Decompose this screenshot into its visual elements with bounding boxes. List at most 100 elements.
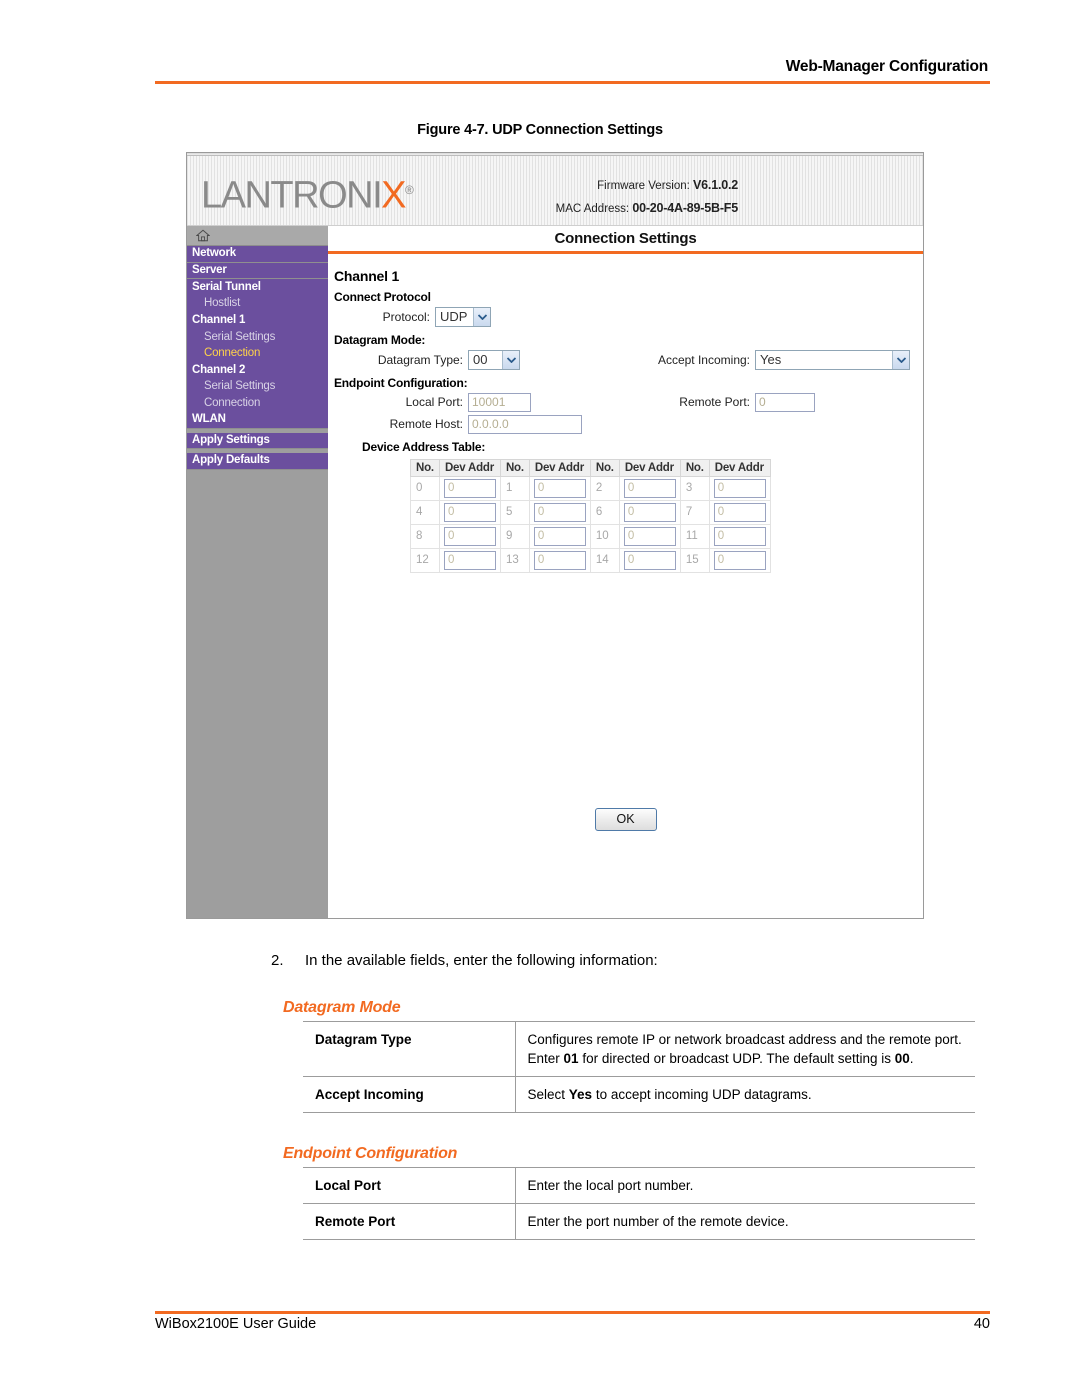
device-table-row: 12 0 13 0 14 0 15 0 [410,547,771,573]
table-row: Datagram Type Configures remote IP or net… [303,1021,975,1077]
reference-description: Configures remote IP or network broadcas… [515,1021,975,1077]
dev-addr-input-8[interactable]: 0 [443,526,496,546]
dev-addr-input-3[interactable]: 0 [713,478,766,498]
device-table-index: 9 [499,523,530,549]
chevron-down-icon [502,350,519,369]
device-table-index: 15 [679,547,710,573]
sidebar-home-button[interactable] [187,226,328,246]
device-table-header-no: No. [499,458,530,477]
protocol-select[interactable]: UDP [435,306,492,327]
dev-addr-input-10[interactable]: 0 [623,526,676,546]
device-table-addr-cell: 0 [618,499,681,525]
sidebar-item-server[interactable]: Server [187,262,328,280]
device-table-header-dev-addr: Dev Addr [528,458,591,477]
device-info-block: Firmware Version: V6.1.0.2 MAC Address: … [556,174,739,220]
reference-table-datagram-mode: Datagram Type Configures remote IP or net… [303,1021,975,1113]
section-heading-endpoint-configuration: Endpoint Configuration [283,1145,458,1162]
device-table-addr-cell: 0 [708,499,771,525]
sidebar-item-label: Server [192,263,227,276]
device-address-table-wrapper: No. Dev Addr No. Dev Addr No. Dev Addr No. Dev … [410,458,923,573]
device-table-row: 8 0 9 0 10 0 11 0 [410,523,771,549]
sidebar-item-apply-settings[interactable]: Apply Settings [187,432,328,450]
sidebar-item-label: Serial Settings [204,330,276,343]
device-table-header-dev-addr: Dev Addr [708,458,771,477]
device-table-index: 14 [589,547,620,573]
sidebar-item-apply-defaults[interactable]: Apply Defaults [187,453,328,470]
reference-term: Accept Incoming [303,1076,516,1113]
device-address-table-heading: Device Address Table: [362,439,486,454]
logo-text-accent: X [381,174,406,217]
device-table-index: 2 [589,475,620,501]
dev-addr-input-0[interactable]: 0 [443,478,496,498]
dev-addr-input-1[interactable]: 0 [533,478,586,498]
device-table-index: 6 [589,499,620,525]
mac-address-value: 00-20-4A-89-5B-F5 [632,201,738,215]
protocol-row: Protocol: UDP [334,306,923,327]
page-header-title: Web-Manager Configuration [785,58,988,75]
sidebar-item-label: Channel 1 [192,313,246,326]
device-table-index: 13 [499,547,530,573]
sidebar-item-label: Serial Tunnel [192,280,261,293]
device-address-table: No. Dev Addr No. Dev Addr No. Dev Addr No. Dev … [410,458,771,573]
sidebar-item-label: Connection [204,347,261,360]
footer-guide-title: WiBox2100E User Guide [155,1316,317,1332]
sidebar-item-channel-1[interactable]: Channel 1 [187,312,328,329]
local-port-input[interactable]: 10001 [468,392,531,412]
reference-term: Local Port [303,1167,516,1204]
connection-settings-form: Channel 1 Connect Protocol Protocol: UDP… [328,254,923,573]
device-table-addr-cell: 0 [708,523,771,549]
datagram-type-select[interactable]: 00 [468,349,520,370]
sidebar-item-channel-2[interactable]: Channel 2 [187,362,328,379]
footer-page-number: 40 [973,1316,990,1332]
sidebar-item-serial-tunnel[interactable]: Serial Tunnel [187,279,328,296]
sidebar-item-serial-settings[interactable]: Serial Settings [187,328,328,346]
reference-term: Remote Port [303,1203,516,1240]
sidebar-item-wlan[interactable]: WLAN [187,411,328,429]
home-icon [196,229,210,242]
sidebar-navigation: Network Server Serial Tunnel Hostlist Channe… [187,226,328,918]
dev-addr-input-4[interactable]: 0 [443,502,496,522]
sidebar-item-label: Apply Settings [192,433,270,446]
chevron-down-icon [892,350,909,369]
device-table-addr-cell: 0 [528,523,591,549]
device-table-addr-cell: 0 [528,499,591,525]
sidebar-item-label: Serial Settings [204,380,276,393]
remote-host-row: Remote Host: 0.0.0.0 [334,414,923,434]
dev-addr-input-11[interactable]: 0 [713,526,766,546]
firmware-version-label: Firmware Version: [597,180,690,192]
datagram-mode-heading: Datagram Mode: [334,332,426,347]
table-row: Local Port Enter the local port number. [303,1167,975,1204]
accept-incoming-label: Accept Incoming: [657,352,750,367]
instruction-step: 2. In the available fields, enter the fol… [271,952,658,969]
sidebar-item-hostlist[interactable]: Hostlist [187,295,328,313]
dev-addr-input-15[interactable]: 0 [713,550,766,570]
channel-heading: Channel 1 [334,267,400,284]
dev-addr-input-13[interactable]: 0 [533,550,586,570]
device-table-index: 12 [410,547,440,573]
device-table-addr-cell: 0 [438,499,501,525]
device-table-index: 8 [410,523,440,549]
dev-addr-input-6[interactable]: 0 [623,502,676,522]
dev-addr-input-7[interactable]: 0 [713,502,766,522]
dev-addr-input-9[interactable]: 0 [533,526,586,546]
remote-host-input[interactable]: 0.0.0.0 [468,414,582,434]
remote-port-input[interactable]: 0 [755,392,815,412]
dev-addr-input-2[interactable]: 0 [623,478,676,498]
page-header: Web-Manager Configuration [155,58,990,84]
content-panel-title: Connection Settings [554,230,697,247]
dev-addr-input-14[interactable]: 0 [623,550,676,570]
step-text: In the available fields, enter the follo… [305,952,658,969]
sidebar-item-connection[interactable]: Connection [187,345,328,363]
sidebar-item-serial-settings[interactable]: Serial Settings [187,378,328,396]
sidebar-item-connection[interactable]: Connection [187,395,328,412]
ok-button[interactable]: OK [594,808,657,831]
reference-description: Select Yes to accept incoming UDP datagr… [515,1076,975,1113]
table-row: Remote Port Enter the port number of the … [303,1203,975,1240]
dev-addr-input-5[interactable]: 0 [533,502,586,522]
accept-incoming-select[interactable]: Yes [755,349,910,370]
device-table-addr-cell: 0 [438,475,501,501]
sidebar-item-network[interactable]: Network [187,246,328,263]
figure-caption: Figure 4-7. UDP Connection Settings [417,122,663,138]
dev-addr-input-12[interactable]: 0 [443,550,496,570]
protocol-label: Protocol: [382,309,430,324]
